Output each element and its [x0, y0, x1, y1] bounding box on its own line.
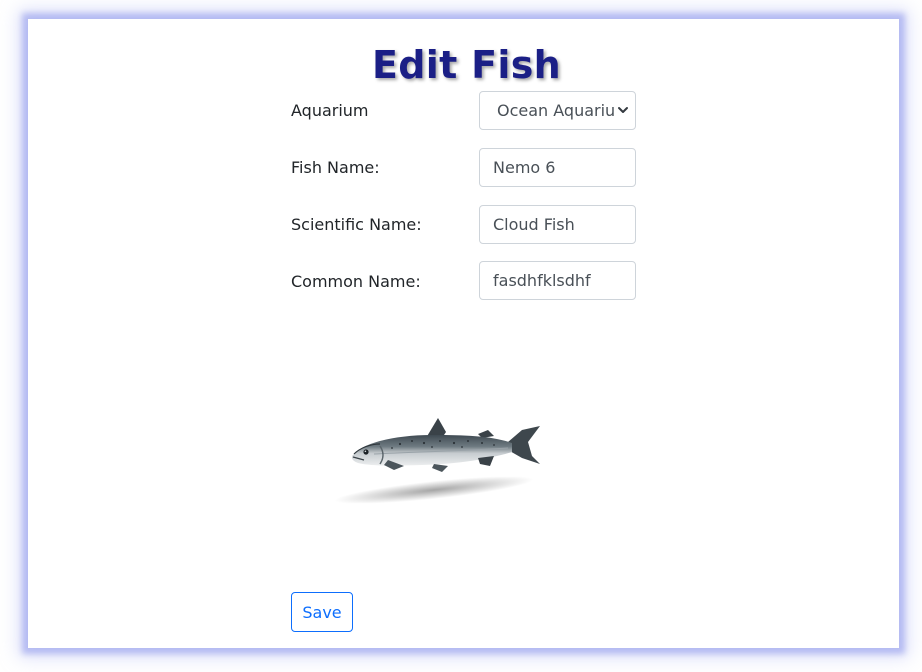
- edit-fish-card: Edit Fish: [28, 19, 899, 648]
- page-title: Edit Fish: [372, 43, 561, 87]
- aquarium-selected-value: Ocean Aquariu: [497, 101, 616, 120]
- chevron-down-icon: [618, 107, 628, 113]
- common-name-label: Common Name:: [291, 272, 421, 291]
- fish-image: [322, 408, 552, 518]
- aquarium-select[interactable]: Ocean Aquariu: [479, 91, 636, 130]
- aquarium-label: Aquarium: [291, 101, 369, 120]
- common-name-input[interactable]: fasdhfklsdhf: [479, 261, 636, 300]
- scientific-name-input[interactable]: Cloud Fish: [479, 205, 636, 244]
- scientific-name-label: Scientific Name:: [291, 215, 422, 234]
- fish-name-label: Fish Name:: [291, 158, 380, 177]
- fish-name-input[interactable]: Nemo 6: [479, 148, 636, 187]
- save-button[interactable]: Save: [291, 592, 353, 632]
